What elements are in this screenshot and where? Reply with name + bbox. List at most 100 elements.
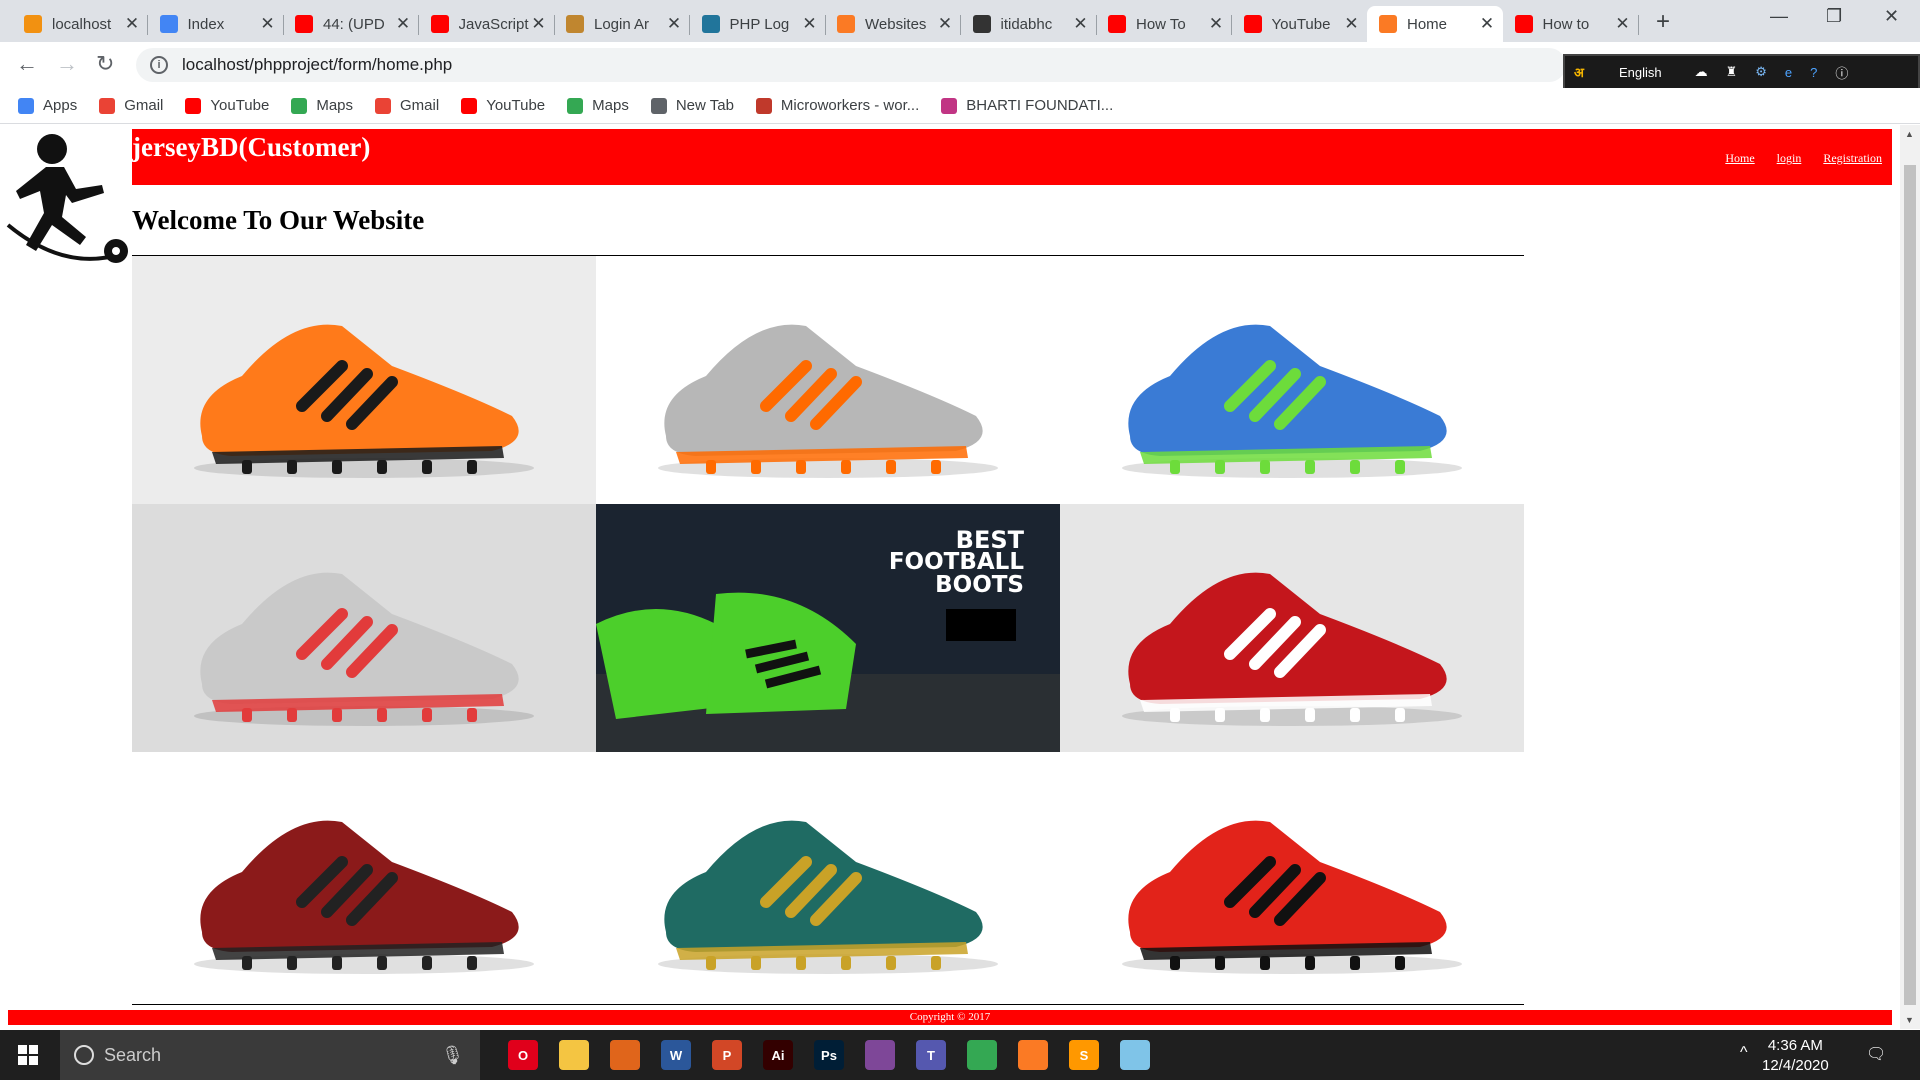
nav-home-link[interactable]: Home [1725, 151, 1754, 166]
translator-icon[interactable]: अ [1574, 63, 1584, 81]
bookmark-label: BHARTI FOUNDATI... [966, 97, 1114, 114]
microphone-icon[interactable]: 🎙 [441, 1045, 464, 1066]
forward-button[interactable]: → [56, 51, 78, 77]
boot-gallery: BEST FOOTBALL BOOTS [132, 256, 1524, 1000]
close-tab-icon[interactable]: ✕ [1479, 14, 1495, 34]
tab-6[interactable]: Websites ✕ [825, 6, 961, 42]
scroll-up-arrow-icon[interactable]: ▲ [1905, 129, 1914, 139]
bookmark-label: New Tab [675, 97, 734, 114]
close-tab-icon[interactable]: ✕ [1208, 14, 1224, 34]
nav-login-link[interactable]: login [1777, 151, 1802, 166]
gallery-image-dark-red-boots [132, 752, 596, 1000]
help-icon[interactable]: ? [1810, 65, 1817, 80]
back-button[interactable]: ← [16, 51, 38, 77]
site-info-icon[interactable]: i [150, 56, 168, 74]
close-tab-icon[interactable]: ✕ [666, 14, 682, 34]
gallery-image-best-football-boots-banner: BEST FOOTBALL BOOTS [596, 504, 1060, 752]
teams-icon[interactable]: T [916, 1040, 946, 1070]
page-scrollbar[interactable]: ▲ ▼ [1900, 125, 1920, 1029]
tab-4[interactable]: Login Ar ✕ [554, 6, 690, 42]
close-window-button[interactable]: ✕ [1884, 6, 1899, 27]
file-explorer-icon[interactable] [559, 1040, 589, 1070]
bookmark-item[interactable]: New Tab [650, 97, 734, 114]
minimize-button[interactable]: — [1770, 6, 1788, 27]
globe-icon [159, 15, 178, 33]
info-icon[interactable]: ⓘ [1835, 63, 1848, 82]
tab-8[interactable]: How To ✕ [1096, 6, 1232, 42]
scrollbar-thumb[interactable] [1904, 165, 1916, 1005]
tab-9[interactable]: YouTube ✕ [1232, 6, 1368, 42]
tab-5[interactable]: PHP Log ✕ [690, 6, 826, 42]
gear-icon[interactable]: ⚙ [1755, 64, 1767, 80]
close-tab-icon[interactable]: ✕ [395, 14, 411, 34]
gallery-image-red-highcut-boots [1060, 752, 1524, 1000]
bookmark-item[interactable]: Microworkers - wor... [755, 97, 919, 114]
tab-title: PHP Log [729, 15, 790, 33]
matlab-icon[interactable] [610, 1040, 640, 1070]
bookmark-item[interactable]: Apps [18, 97, 77, 114]
football-boot-icon [132, 256, 596, 504]
taskbar-search-box[interactable]: Search 🎙 [60, 1030, 480, 1080]
close-tab-icon[interactable]: ✕ [1615, 14, 1631, 34]
windows-start-icon[interactable] [18, 1045, 38, 1065]
youtube-icon [1514, 15, 1533, 33]
tab-3[interactable]: JavaScript ✕ [419, 6, 555, 42]
tab-0[interactable]: localhost ✕ [12, 6, 148, 42]
address-bar[interactable]: i localhost/phpproject/form/home.php [136, 48, 1566, 82]
close-tab-icon[interactable]: ✕ [124, 14, 140, 34]
tab-10[interactable]: Home ✕ [1367, 6, 1503, 42]
maps-pin-icon [291, 97, 308, 114]
notepad-icon[interactable] [1120, 1040, 1150, 1070]
bookmark-item[interactable]: Maps [291, 97, 353, 114]
notification-icon[interactable]: 🗨 [1866, 1044, 1886, 1064]
web-page: jerseyBD(Customer) Home login Registrati… [0, 125, 1900, 1029]
close-tab-icon[interactable]: ✕ [937, 14, 953, 34]
sublime-icon[interactable]: S [1069, 1040, 1099, 1070]
bookmark-label: Maps [316, 97, 354, 114]
tab-1[interactable]: Index ✕ [148, 6, 284, 42]
tab-strip: localhost ✕ Index ✕ 44: (UPD ✕ JavaScript ✕ Logi… [0, 0, 1920, 42]
w-icon [755, 97, 772, 114]
tab-7[interactable]: itidabhc ✕ [961, 6, 1097, 42]
clock-date: 12/4/2020 [1762, 1057, 1829, 1074]
tray-chevron-icon[interactable]: ^ [1740, 1044, 1748, 1062]
bookmark-item[interactable]: YouTube [185, 97, 269, 114]
tab-11[interactable]: How to ✕ [1503, 6, 1639, 42]
tab-title: How to [1542, 15, 1590, 33]
xampp-icon[interactable] [1018, 1040, 1048, 1070]
ie-icon[interactable]: e [1785, 65, 1792, 80]
powerpoint-icon[interactable]: P [712, 1040, 742, 1070]
restore-button[interactable]: ❐ [1826, 6, 1842, 27]
system-clock[interactable]: 4:36 AM 12/4/2020 [1762, 1036, 1829, 1076]
close-tab-icon[interactable]: ✕ [1073, 14, 1089, 34]
close-tab-icon[interactable]: ✕ [531, 14, 547, 34]
nav-registration-link[interactable]: Registration [1823, 151, 1882, 166]
cloud-icon[interactable]: ☁ [1695, 64, 1708, 80]
reload-button[interactable]: ↻ [96, 51, 114, 77]
word-icon[interactable]: W [661, 1040, 691, 1070]
bookmark-item[interactable]: Gmail [99, 97, 163, 114]
close-tab-icon[interactable]: ✕ [1344, 14, 1360, 34]
photoshop-icon[interactable]: Ps [814, 1040, 844, 1070]
tab-2[interactable]: 44: (UPD ✕ [283, 6, 419, 42]
bookmark-item[interactable]: BHARTI FOUNDATI... [941, 97, 1113, 114]
tab-title: Home [1407, 15, 1448, 33]
new-tab-button[interactable]: + [1656, 8, 1670, 36]
chrome-icon[interactable] [967, 1040, 997, 1070]
extension-toolbar: अ English ☁ ♜ ⚙ e ? ⓘ [1563, 54, 1920, 90]
scroll-down-arrow-icon[interactable]: ▼ [1905, 1015, 1914, 1025]
bookmark-item[interactable]: Maps [567, 97, 629, 114]
bookmark-item[interactable]: Gmail [375, 97, 439, 114]
phpmyadmin-icon [24, 15, 42, 33]
close-tab-icon[interactable]: ✕ [802, 14, 818, 34]
illustrator-icon[interactable]: Ai [763, 1040, 793, 1070]
search-placeholder: Search [104, 1044, 162, 1065]
tor-browser-icon[interactable] [865, 1040, 895, 1070]
tool-icon[interactable]: ♜ [1726, 64, 1738, 80]
language-select[interactable]: English [1619, 65, 1662, 80]
opera-icon[interactable]: O [508, 1040, 538, 1070]
site-header: jerseyBD(Customer) Home login Registrati… [132, 129, 1892, 185]
youtube-icon [1243, 15, 1262, 33]
bookmark-item[interactable]: YouTube [461, 97, 545, 114]
close-tab-icon[interactable]: ✕ [260, 14, 276, 34]
